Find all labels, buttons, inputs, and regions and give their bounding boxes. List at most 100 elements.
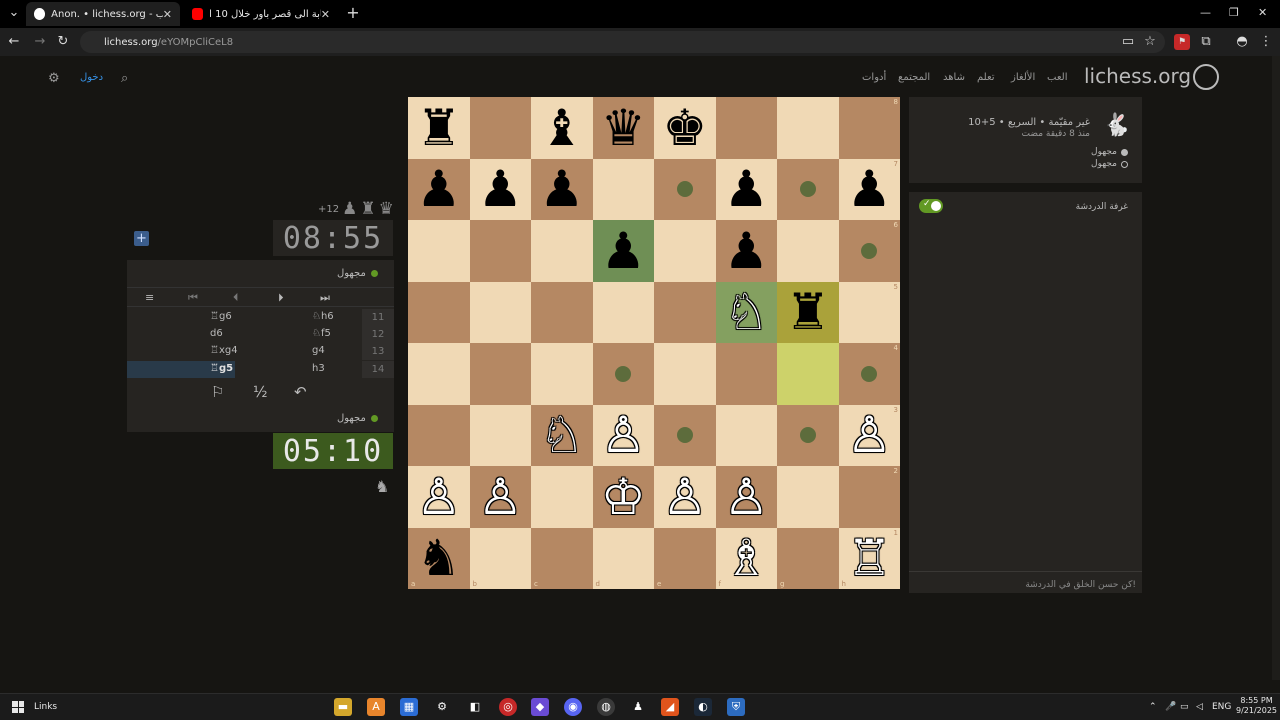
tab-lichess[interactable]: Anon. • lichess.org - دورك - العب ✕	[26, 2, 180, 26]
square-d4[interactable]	[592, 343, 654, 405]
chess-piece-icon[interactable]: ♙	[478, 472, 523, 522]
square-f5[interactable]: ♘	[715, 281, 777, 343]
white-move[interactable]: ♘f5	[312, 328, 331, 339]
square-c8[interactable]: ♝	[531, 97, 593, 159]
chess-piece-icon[interactable]: ♟	[478, 164, 523, 214]
square-g1[interactable]: g	[777, 527, 839, 589]
square-e5[interactable]	[654, 281, 716, 343]
tray-chevron-icon[interactable]: ⌃	[1149, 702, 1157, 712]
square-g3[interactable]	[777, 404, 839, 466]
reload-icon[interactable]: ↻	[55, 34, 71, 50]
extensions-puzzle-icon[interactable]: ⧉	[1198, 34, 1214, 50]
square-a3[interactable]	[408, 404, 470, 466]
square-d7[interactable]	[592, 158, 654, 220]
chess-piece-icon[interactable]: ♟	[724, 226, 769, 276]
black-move[interactable]: ♖xg4	[210, 345, 238, 356]
square-e6[interactable]	[654, 220, 716, 282]
chess-piece-icon[interactable]: ♔	[601, 472, 646, 522]
square-d5[interactable]	[592, 281, 654, 343]
chess-piece-icon[interactable]: ♟	[601, 226, 646, 276]
chess-piece-icon[interactable]: ♟	[724, 164, 769, 214]
chess-piece-icon[interactable]: ♙	[724, 472, 769, 522]
berserk-knight-icon[interactable]: ♞	[375, 477, 389, 496]
chess-piece-icon[interactable]: ♜	[416, 103, 461, 153]
black-move[interactable]: ♖g6	[210, 311, 232, 322]
search-icon[interactable]: ⌕	[121, 71, 128, 86]
square-e3[interactable]	[654, 404, 716, 466]
square-a7[interactable]: ♟	[408, 158, 470, 220]
chess-piece-icon[interactable]: ♘	[539, 410, 584, 460]
square-b5[interactable]	[469, 281, 531, 343]
menu-hamburger-icon[interactable]: ≡	[145, 291, 154, 304]
nav-watch[interactable]: شاهد	[943, 72, 965, 83]
close-tab-icon[interactable]: ✕	[163, 8, 172, 21]
square-g8[interactable]	[777, 97, 839, 159]
app-purple-icon[interactable]: ◆	[531, 698, 549, 716]
chess-piece-icon[interactable]: ♞	[416, 533, 461, 583]
my-player[interactable]: مجهول	[337, 413, 378, 424]
last-move-icon[interactable]: ⏭	[320, 291, 330, 305]
square-b3[interactable]	[469, 404, 531, 466]
move-hint-dot[interactable]	[799, 427, 816, 444]
move-hint-dot[interactable]	[615, 365, 632, 382]
prev-move-icon[interactable]: ⏴	[233, 291, 239, 305]
chess-piece-icon[interactable]: ♟	[539, 164, 584, 214]
white-move[interactable]: h3	[312, 363, 325, 374]
square-a5[interactable]	[408, 281, 470, 343]
site-logo[interactable]: lichess.org	[1084, 64, 1191, 88]
move-hint-dot[interactable]	[676, 427, 693, 444]
square-f6[interactable]: ♟	[715, 220, 777, 282]
language-indicator[interactable]: ENG	[1212, 702, 1231, 712]
app-red-icon[interactable]: ◎	[499, 698, 517, 716]
square-a2[interactable]: ♙	[408, 466, 470, 528]
square-h2[interactable]: 2	[838, 466, 900, 528]
cast-icon[interactable]: ▭	[1120, 34, 1136, 50]
square-d6[interactable]: ♟	[592, 220, 654, 282]
close-tab-icon[interactable]: ✕	[321, 8, 330, 21]
square-d3[interactable]: ♙	[592, 404, 654, 466]
back-icon[interactable]: ←	[6, 34, 22, 50]
page-scrollbar[interactable]	[1272, 56, 1280, 680]
white-move[interactable]: ♘h6	[312, 311, 334, 322]
square-e7[interactable]	[654, 158, 716, 220]
tab-youtube[interactable]: من الغابة الى قصر باور خلال 10 ا... ✕	[184, 2, 338, 26]
square-g6[interactable]	[777, 220, 839, 282]
chessboard[interactable]: ♜ ♝ ♛ ♚ 8 ♟ ♟ ♟ ♟ ♟ 7 ♟ ♟ 6 ♘ ♜ 5 4 ♘ ♙ ♙ 3 ♙ ♙ ♔ ♙ ♙ 2 ♞ a b c d e ♗ f g ♖ 1 h	[408, 97, 900, 589]
chess-piece-icon[interactable]: ♗	[724, 533, 769, 583]
bookmark-star-icon[interactable]: ☆	[1142, 34, 1158, 50]
volume-icon[interactable]: ◁	[1196, 702, 1203, 712]
chess-app-icon[interactable]: ♟	[629, 698, 647, 716]
profile-icon[interactable]: ◓	[1234, 34, 1250, 50]
square-g2[interactable]	[777, 466, 839, 528]
forward-icon[interactable]: →	[32, 34, 48, 50]
extension-icon[interactable]: ⚑	[1174, 34, 1190, 50]
chess-piece-icon[interactable]: ♙	[847, 410, 892, 460]
square-c3[interactable]: ♘	[531, 404, 593, 466]
login-link[interactable]: دخول	[80, 72, 103, 83]
store-icon[interactable]: ▦	[400, 698, 418, 716]
square-h6[interactable]: 6	[838, 220, 900, 282]
file-explorer-icon[interactable]: ▬	[334, 698, 352, 716]
move-hint-dot[interactable]	[799, 181, 816, 198]
network-icon[interactable]: ▭	[1180, 702, 1189, 712]
menu-kebab-icon[interactable]: ⋮	[1258, 34, 1274, 50]
square-c1[interactable]: c	[531, 527, 593, 589]
square-e8[interactable]: ♚	[654, 97, 716, 159]
square-a1[interactable]: ♞ a	[408, 527, 470, 589]
nav-play[interactable]: العب	[1047, 72, 1067, 83]
square-h3[interactable]: ♙ 3	[838, 404, 900, 466]
lichess-logo-icon[interactable]	[1193, 64, 1219, 90]
square-b4[interactable]	[469, 343, 531, 405]
chess-piece-icon[interactable]: ♙	[662, 472, 707, 522]
square-e2[interactable]: ♙	[654, 466, 716, 528]
settings-gear-icon[interactable]: ⚙	[48, 71, 60, 86]
shield-app-icon[interactable]: ⛨	[727, 698, 745, 716]
maximize-icon[interactable]: ❐	[1229, 6, 1239, 19]
square-a6[interactable]	[408, 220, 470, 282]
square-c4[interactable]	[531, 343, 593, 405]
app-orange-icon[interactable]: ◢	[661, 698, 679, 716]
chess-piece-icon[interactable]: ♘	[724, 287, 769, 337]
move-hint-dot[interactable]	[861, 242, 878, 259]
square-c2[interactable]	[531, 466, 593, 528]
taskbar-clock[interactable]: 8:55 PM 9/21/2025	[1236, 696, 1277, 716]
